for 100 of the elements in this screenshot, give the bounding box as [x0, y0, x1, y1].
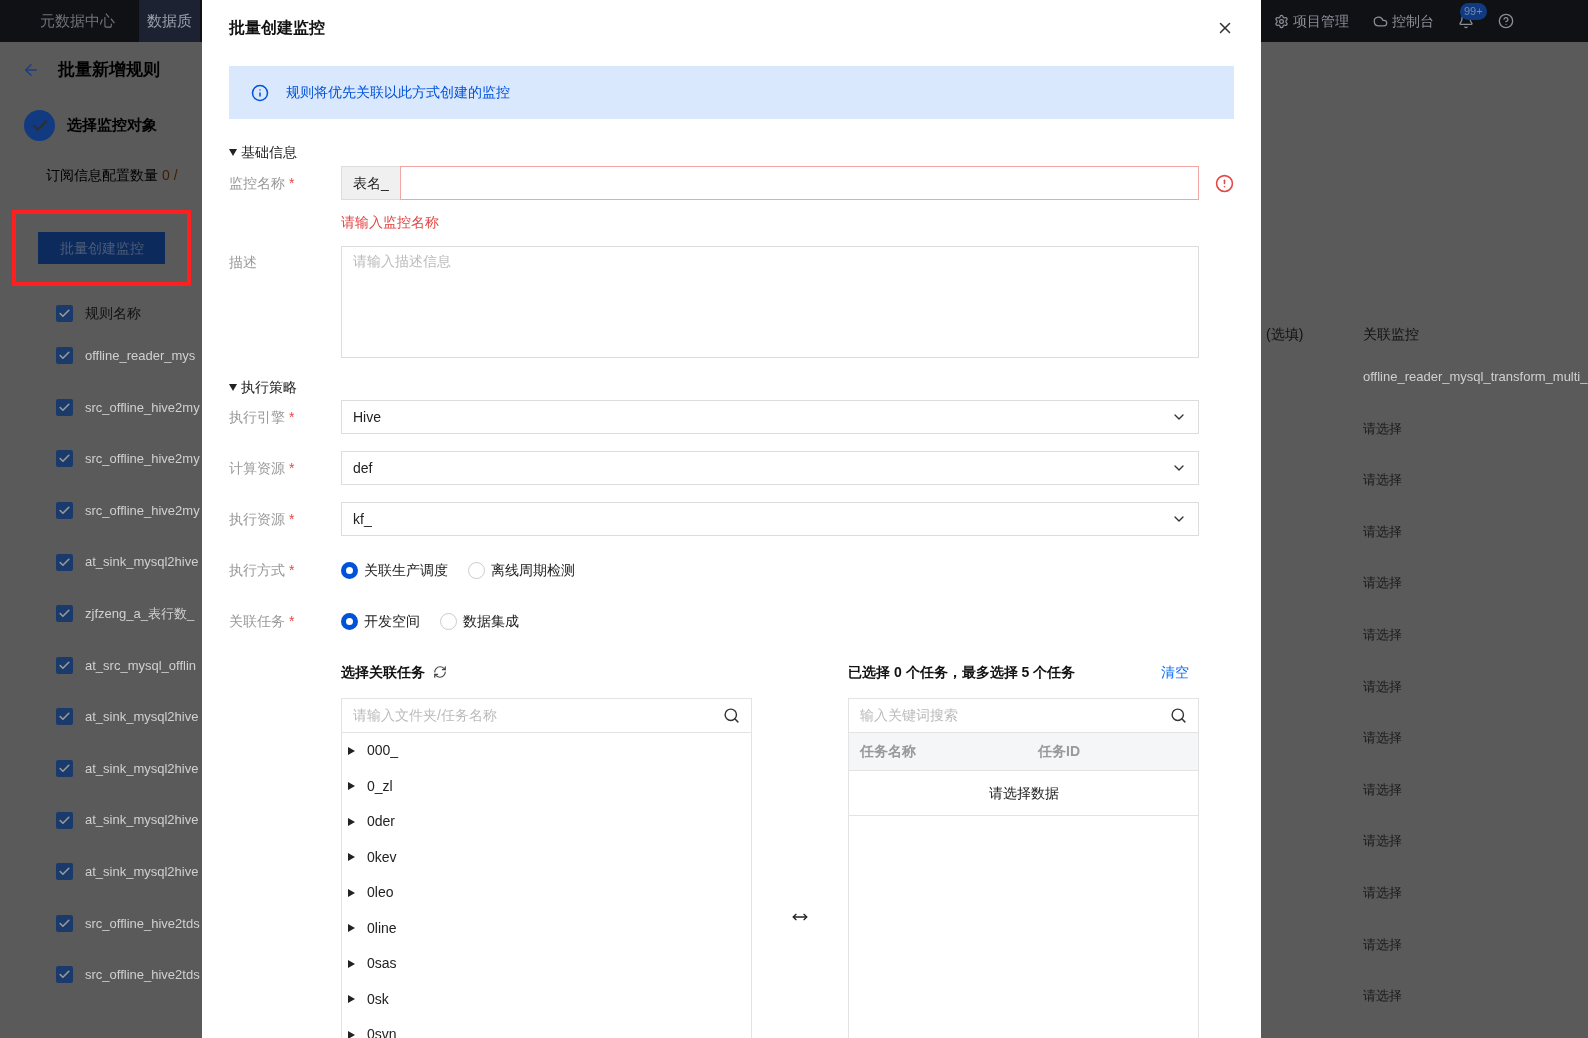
required-mark: *: [289, 612, 295, 629]
radio-option[interactable]: 开发空间: [341, 610, 420, 632]
checkbox[interactable]: [56, 863, 73, 881]
column-header: (选填): [1266, 324, 1305, 344]
prefix-addon: 表名_: [341, 166, 400, 200]
select-field[interactable]: def: [341, 451, 1199, 485]
tree-item[interactable]: 0der: [342, 804, 751, 840]
check-icon: [58, 813, 71, 827]
tree-item[interactable]: 0kev: [342, 839, 751, 875]
search-field[interactable]: 输入关键词搜索: [860, 705, 1170, 726]
checkbox[interactable]: [56, 914, 73, 932]
search-field[interactable]: 请输入文件夹/任务名称: [353, 705, 723, 726]
radio-option[interactable]: 关联生产调度: [341, 559, 448, 581]
section-toggle[interactable]: 基础信息: [229, 142, 297, 163]
checkbox[interactable]: [56, 708, 73, 726]
field-label: 关联任务 *: [229, 611, 296, 631]
check-icon: [58, 555, 71, 569]
field-label: 执行方式 *: [229, 560, 296, 580]
search-icon[interactable]: [1170, 707, 1187, 724]
page-title: 批量新增规则: [58, 59, 160, 82]
expand-triangle-icon[interactable]: [348, 853, 355, 862]
table-cell-text: at_sink_mysql2hive: [85, 863, 199, 881]
check-icon: [58, 916, 71, 930]
config-count: 0 /: [162, 166, 178, 185]
check-icon: [58, 400, 71, 414]
table-cell-text: 请选择: [1363, 419, 1402, 438]
expand-triangle-icon[interactable]: [348, 1030, 355, 1038]
table-cell-text: 请选择: [1363, 987, 1402, 1006]
required-mark: *: [289, 459, 295, 476]
table-cell-text: 请选择: [1363, 780, 1402, 799]
select-field[interactable]: Hive: [341, 400, 1199, 434]
description-field[interactable]: 请输入描述信息: [341, 246, 1199, 358]
tree-item[interactable]: 0sk: [342, 981, 751, 1017]
checkbox[interactable]: [56, 966, 73, 984]
table-cell-text: at_sink_mysql2hive: [85, 553, 199, 572]
input-field[interactable]: [399, 166, 1199, 200]
expand-triangle-icon[interactable]: [348, 888, 355, 897]
table-cell-text: 请选择: [1363, 471, 1402, 490]
top-bar-link[interactable]: 项目管理: [1274, 10, 1349, 32]
refresh-icon[interactable]: [433, 665, 447, 679]
expand-triangle-icon[interactable]: [348, 959, 355, 968]
cloud-icon: [1373, 13, 1388, 29]
expand-triangle-icon[interactable]: [348, 817, 355, 826]
table-cell-text: src_offline_hive2my: [85, 398, 200, 417]
table-cell-text: 请选择: [1363, 884, 1402, 902]
expand-triangle-icon[interactable]: [348, 782, 355, 791]
check-icon: [58, 306, 71, 320]
required-mark: *: [289, 408, 295, 425]
table-cell-text: at_src_mysql_offlin: [85, 656, 197, 675]
checkbox[interactable]: [56, 502, 73, 520]
selection-summary: 已选择 0 个任务，最多选择 5 个任务: [848, 662, 1076, 682]
checkbox[interactable]: [56, 811, 73, 829]
error-icon: [1215, 173, 1234, 193]
tree-item[interactable]: 0line: [342, 910, 751, 946]
field-label: 执行资源 *: [229, 509, 296, 529]
check-icon: [58, 658, 71, 672]
radio-option[interactable]: 离线周期检测: [468, 559, 575, 581]
field-label: 描述: [229, 253, 258, 272]
expand-triangle-icon[interactable]: [348, 995, 355, 1004]
section-toggle[interactable]: 执行策略: [229, 377, 297, 398]
table-cell-text: src_offline_hive2tds: [85, 914, 200, 933]
table-cell-text: offline_reader_mys: [85, 347, 196, 366]
radio-option[interactable]: 数据集成: [440, 610, 519, 632]
checkbox[interactable]: [56, 605, 73, 623]
checkbox[interactable]: [56, 450, 73, 468]
checkbox[interactable]: [56, 347, 73, 365]
table-cell-text: 请选择: [1363, 935, 1402, 954]
tree-item[interactable]: 0_zl: [342, 768, 751, 804]
column-header: 规则名称: [85, 303, 141, 323]
expand-triangle-icon[interactable]: [348, 746, 355, 755]
nav-tab[interactable]: 元数据中心: [40, 0, 115, 43]
table-cell-text: 请选择: [1363, 832, 1402, 851]
clear-link[interactable]: 清空: [1161, 661, 1189, 683]
select-field[interactable]: kf_: [341, 502, 1199, 536]
empty-message: 请选择数据: [988, 783, 1059, 803]
checkbox[interactable]: [56, 398, 73, 416]
table-cell-text: at_sink_mysql2hive: [85, 811, 199, 830]
table-cell-text: 请选择: [1363, 677, 1402, 696]
checkbox[interactable]: [56, 760, 73, 778]
tree-item[interactable]: 000_: [342, 733, 751, 769]
search-icon[interactable]: [723, 707, 740, 724]
checkbox[interactable]: [56, 656, 73, 674]
tree-item[interactable]: 0leo: [342, 875, 751, 911]
info-icon: [251, 83, 269, 102]
table-cell-text: 请选择: [1363, 574, 1402, 593]
tree-item[interactable]: 0sas: [342, 946, 751, 982]
table-cell-text: src_offline_hive2tds: [85, 966, 200, 985]
field-label: 计算资源 *: [229, 458, 296, 478]
required-mark: *: [289, 175, 295, 191]
checkbox[interactable]: [56, 304, 73, 322]
table-cell-text: src_offline_hive2my: [85, 450, 200, 469]
checkbox[interactable]: [56, 553, 73, 571]
field-label: 执行引擎 *: [229, 407, 296, 427]
help-icon[interactable]: [1498, 13, 1514, 29]
table-cell-text: zjfzeng_a_表行数_: [85, 605, 195, 623]
expand-triangle-icon[interactable]: [348, 924, 355, 933]
table-cell-text: at_sink_mysql2hive: [85, 708, 199, 727]
top-bar-link[interactable]: 控制台: [1373, 10, 1434, 32]
step-label: 选择监控对象: [67, 115, 157, 136]
nav-tab[interactable]: 数据质: [139, 0, 200, 43]
